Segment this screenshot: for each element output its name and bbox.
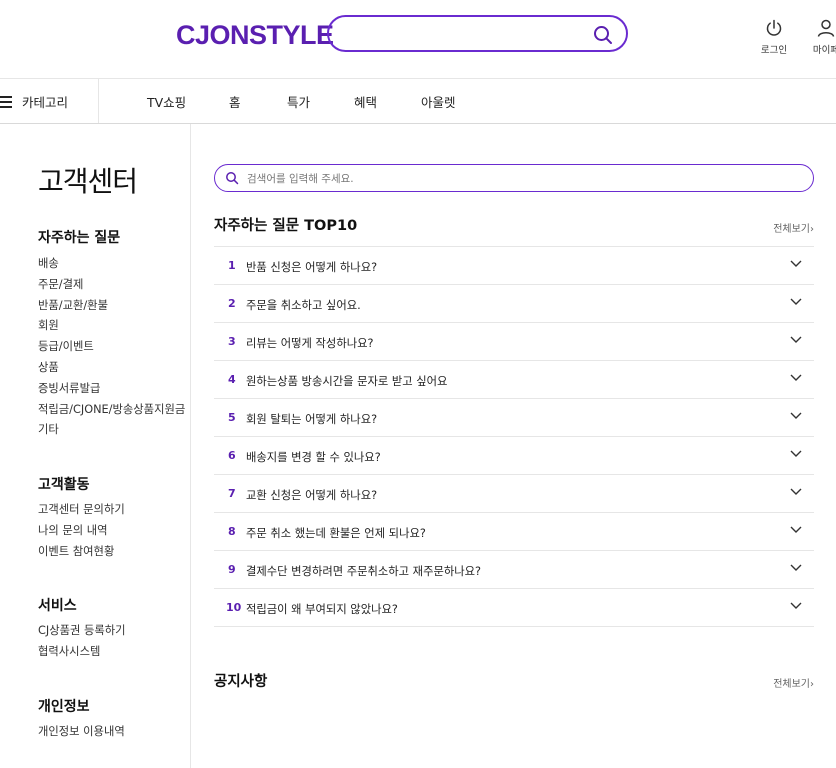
faq-question[interactable]: 배송지를 변경 할 수 있나요? bbox=[246, 449, 381, 465]
faq-number: 1 bbox=[228, 259, 236, 272]
faq-question[interactable]: 회원 탈퇴는 어떻게 하나요? bbox=[246, 411, 377, 427]
sidebar-activity-list: 고객센터 문의하기 나의 문의 내역 이벤트 참여현황 bbox=[38, 500, 125, 562]
sidebar-item-delivery[interactable]: 배송 bbox=[38, 254, 185, 275]
sidebar-item-product[interactable]: 상품 bbox=[38, 358, 185, 379]
sidebar-privacy-list: 개인정보 이용내역 bbox=[38, 722, 125, 743]
chevron-down-icon[interactable] bbox=[790, 602, 802, 610]
nav-special-deals[interactable]: 특가 bbox=[287, 92, 310, 111]
chevron-down-icon[interactable] bbox=[790, 488, 802, 496]
category-menu-button[interactable]: 카테고리 bbox=[0, 79, 99, 123]
chevron-down-icon[interactable] bbox=[790, 298, 802, 306]
mypage-button[interactable]: 마이페 bbox=[808, 18, 836, 56]
faq-number: 5 bbox=[228, 411, 236, 424]
sidebar-section-activity-title: 고객활동 bbox=[38, 477, 90, 493]
main-nav: 카테고리 TV쇼핑 홈 특가 혜택 아울렛 bbox=[0, 79, 836, 124]
login-label: 로그인 bbox=[760, 45, 788, 56]
faq-list: 1 반품 신청은 어떻게 하나요? 2 주문을 취소하고 싶어요. 3 리뷰는 어떻게… bbox=[214, 246, 814, 627]
power-icon bbox=[766, 19, 782, 36]
faq-search-input[interactable]: 검색어를 입력해 주세요. bbox=[214, 164, 814, 192]
chevron-down-icon[interactable] bbox=[790, 564, 802, 572]
mypage-label: 마이페 bbox=[812, 45, 836, 56]
chevron-right-icon: › bbox=[810, 224, 814, 235]
page-title: 고객센터 bbox=[38, 165, 138, 198]
sidebar-item-points[interactable]: 적립금/CJONE/방송상품지원금 bbox=[38, 400, 185, 421]
sidebar-service-list: CJ상품권 등록하기 협력사시스템 bbox=[38, 621, 126, 663]
sidebar-item-grade-event[interactable]: 등급/이벤트 bbox=[38, 337, 185, 358]
faq-item[interactable]: 3 리뷰는 어떻게 작성하나요? bbox=[214, 323, 814, 361]
search-icon[interactable] bbox=[591, 23, 615, 47]
search-icon[interactable] bbox=[225, 171, 239, 185]
faq-question[interactable]: 원하는상품 방송시간을 문자로 받고 싶어요 bbox=[246, 373, 447, 389]
faq-question[interactable]: 주문을 취소하고 싶어요. bbox=[246, 297, 361, 313]
faq-item[interactable]: 4 원하는상품 방송시간을 문자로 받고 싶어요 bbox=[214, 361, 814, 399]
chevron-down-icon[interactable] bbox=[790, 526, 802, 534]
faq-item[interactable]: 7 교환 신청은 어떻게 하나요? bbox=[214, 475, 814, 513]
faq-question[interactable]: 결제수단 변경하려면 주문취소하고 재주문하나요? bbox=[246, 563, 481, 579]
sidebar-section-privacy-title: 개인정보 bbox=[38, 699, 90, 715]
chevron-down-icon[interactable] bbox=[790, 336, 802, 344]
faq-number: 4 bbox=[228, 373, 236, 386]
faq-number: 6 bbox=[228, 449, 236, 462]
faq-item[interactable]: 10 적립금이 왜 부여되지 않았나요? bbox=[214, 589, 814, 627]
faq-view-all-link[interactable]: 전체보기› bbox=[773, 220, 814, 235]
header-search-input[interactable] bbox=[327, 15, 628, 52]
search-placeholder: 검색어를 입력해 주세요. bbox=[247, 173, 354, 185]
hamburger-icon bbox=[0, 96, 12, 111]
sidebar-item-event-history[interactable]: 이벤트 참여현황 bbox=[38, 542, 125, 563]
nav-home[interactable]: 홈 bbox=[229, 92, 241, 111]
sidebar-item-documents[interactable]: 증빙서류발급 bbox=[38, 379, 185, 400]
sidebar-item-inquiry[interactable]: 고객센터 문의하기 bbox=[38, 500, 125, 521]
faq-item[interactable]: 2 주문을 취소하고 싶어요. bbox=[214, 285, 814, 323]
faq-question[interactable]: 리뷰는 어떻게 작성하나요? bbox=[246, 335, 374, 351]
faq-item[interactable]: 1 반품 신청은 어떻게 하나요? bbox=[214, 247, 814, 285]
faq-item[interactable]: 8 주문 취소 했는데 환불은 언제 되나요? bbox=[214, 513, 814, 551]
faq-item[interactable]: 6 배송지를 변경 할 수 있나요? bbox=[214, 437, 814, 475]
notice-section-title: 공지사항 bbox=[214, 674, 268, 690]
sidebar-item-return-exchange[interactable]: 반품/교환/환불 bbox=[38, 296, 185, 317]
faq-question[interactable]: 반품 신청은 어떻게 하나요? bbox=[246, 259, 377, 275]
sidebar-faq-list: 배송 주문/결제 반품/교환/환불 회원 등급/이벤트 상품 증빙서류발급 적립… bbox=[38, 254, 185, 441]
faq-question[interactable]: 교환 신청은 어떻게 하나요? bbox=[246, 487, 377, 503]
sidebar bbox=[0, 124, 191, 768]
sidebar-section-service-title: 서비스 bbox=[38, 598, 77, 614]
nav-tv-shopping[interactable]: TV쇼핑 bbox=[147, 92, 186, 111]
chevron-down-icon[interactable] bbox=[790, 412, 802, 420]
faq-number: 9 bbox=[228, 563, 236, 576]
chevron-right-icon: › bbox=[810, 679, 814, 690]
chevron-down-icon[interactable] bbox=[790, 374, 802, 382]
cjonstyle-logo[interactable]: CJONSTYLE bbox=[176, 20, 334, 51]
chevron-down-icon[interactable] bbox=[790, 260, 802, 268]
view-all-label: 전체보기 bbox=[773, 224, 810, 235]
faq-item[interactable]: 9 결제수단 변경하려면 주문취소하고 재주문하나요? bbox=[214, 551, 814, 589]
view-all-label: 전체보기 bbox=[773, 679, 810, 690]
faq-question[interactable]: 적립금이 왜 부여되지 않았나요? bbox=[246, 601, 398, 617]
faq-section-title: 자주하는 질문 TOP10 bbox=[214, 218, 358, 234]
sidebar-item-giftcard[interactable]: CJ상품권 등록하기 bbox=[38, 621, 126, 642]
category-label: 카테고리 bbox=[22, 95, 69, 110]
sidebar-item-order-payment[interactable]: 주문/결제 bbox=[38, 275, 185, 296]
faq-item[interactable]: 5 회원 탈퇴는 어떻게 하나요? bbox=[214, 399, 814, 437]
sidebar-item-partner-system[interactable]: 협력사시스템 bbox=[38, 642, 126, 663]
chevron-down-icon[interactable] bbox=[790, 450, 802, 458]
sidebar-item-my-inquiries[interactable]: 나의 문의 내역 bbox=[38, 521, 125, 542]
faq-question[interactable]: 주문 취소 했는데 환불은 언제 되나요? bbox=[246, 525, 426, 541]
site-header: CJONSTYLE 로그인 마이페 bbox=[0, 0, 836, 79]
user-icon bbox=[817, 19, 835, 37]
faq-number: 7 bbox=[228, 487, 236, 500]
faq-number: 2 bbox=[228, 297, 236, 310]
sidebar-item-member[interactable]: 회원 bbox=[38, 316, 185, 337]
sidebar-section-faq-title: 자주하는 질문 bbox=[38, 230, 121, 246]
faq-number: 3 bbox=[228, 335, 236, 348]
sidebar-item-privacy-usage[interactable]: 개인정보 이용내역 bbox=[38, 722, 125, 743]
faq-number: 8 bbox=[228, 525, 236, 538]
sidebar-item-etc[interactable]: 기타 bbox=[38, 420, 185, 441]
faq-number: 10 bbox=[226, 601, 242, 614]
login-button[interactable]: 로그인 bbox=[756, 18, 792, 56]
nav-outlet[interactable]: 아울렛 bbox=[421, 92, 456, 111]
nav-benefits[interactable]: 혜택 bbox=[354, 92, 377, 111]
notice-view-all-link[interactable]: 전체보기› bbox=[773, 675, 814, 690]
